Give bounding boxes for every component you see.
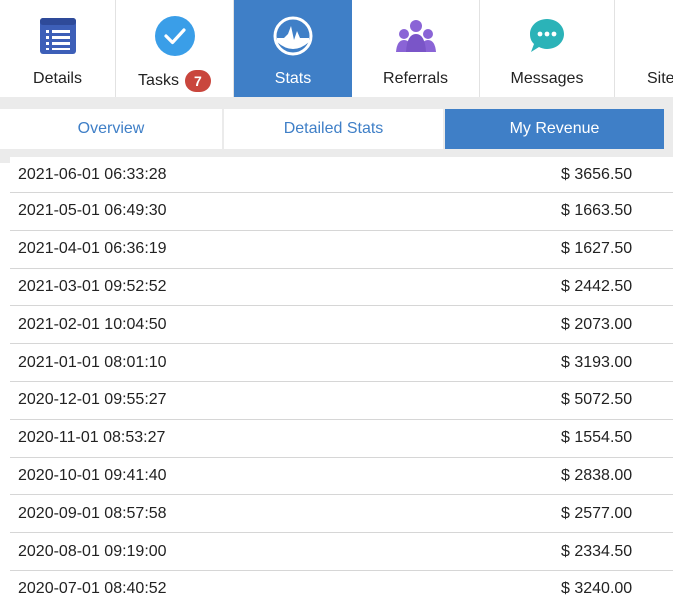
stats-wave-icon: [271, 14, 315, 58]
nav-item-referrals[interactable]: Referrals: [352, 0, 480, 97]
people-group-icon: [394, 14, 438, 58]
table-row: 2020-10-01 09:41:40 $ 2838.00: [10, 458, 673, 496]
tab-detailed-stats[interactable]: Detailed Stats: [224, 109, 443, 149]
row-date: 2021-02-01 10:04:50: [18, 315, 167, 333]
table-row: 2020-07-01 08:40:52 $ 3240.00: [10, 571, 673, 601]
table-row: 2021-03-01 09:52:52 $ 2442.50: [10, 269, 673, 307]
row-amount: $ 2334.50: [561, 542, 633, 560]
table-row: 2021-06-01 06:33:28 $ 3656.50: [10, 157, 673, 193]
revenue-table: 2021-06-01 06:33:28 $ 3656.50 2021-05-01…: [10, 157, 673, 601]
row-amount: $ 1627.50: [561, 240, 633, 258]
nav-item-tasks[interactable]: Tasks 7: [116, 0, 234, 97]
nav-item-label: Stats: [274, 70, 312, 87]
nav-item-sites[interactable]: Sites: [615, 0, 673, 97]
row-date: 2021-04-01 06:36:19: [18, 240, 167, 258]
table-row: 2020-12-01 09:55:27 $ 5072.50: [10, 382, 673, 420]
row-date: 2020-07-01 08:40:52: [18, 580, 167, 598]
row-date: 2020-12-01 09:55:27: [18, 391, 167, 409]
table-row: 2021-01-01 08:01:10 $ 3193.00: [10, 344, 673, 382]
tab-my-revenue[interactable]: My Revenue: [445, 109, 664, 149]
sites-icon: [653, 14, 673, 58]
table-row: 2020-08-01 09:19:00 $ 2334.50: [10, 533, 673, 571]
nav-item-details[interactable]: Details: [0, 0, 116, 97]
nav-item-label: Sites: [647, 70, 673, 87]
row-amount: $ 3193.00: [561, 353, 633, 371]
row-date: 2020-08-01 09:19:00: [18, 542, 167, 560]
row-date: 2021-03-01 09:52:52: [18, 277, 167, 295]
details-list-icon: [36, 14, 80, 58]
table-row: 2021-05-01 06:49:30 $ 1663.50: [10, 193, 673, 231]
table-row: 2021-02-01 10:04:50 $ 2073.00: [10, 306, 673, 345]
row-date: 2021-05-01 06:49:30: [18, 202, 167, 220]
chat-bubble-icon: [525, 14, 569, 58]
row-amount: $ 3240.00: [561, 580, 633, 598]
row-amount: $ 2073.00: [561, 315, 633, 333]
row-date: 2020-09-01 08:57:58: [18, 504, 167, 522]
row-date: 2020-11-01 08:53:27: [18, 429, 166, 447]
nav-item-label: Messages: [510, 70, 584, 87]
table-row: 2021-04-01 06:36:19 $ 1627.50: [10, 231, 673, 269]
tasks-count-badge: 7: [184, 70, 211, 92]
nav-item-label: Details: [33, 70, 82, 87]
row-date: 2021-01-01 08:01:10: [18, 353, 167, 371]
check-circle-icon: [153, 14, 197, 58]
top-nav: Details Tasks 7 Stats Referrals Messages…: [0, 0, 673, 97]
row-date: 2020-10-01 09:41:40: [18, 466, 167, 484]
nav-item-label: Referrals: [383, 70, 448, 87]
row-amount: $ 2442.50: [561, 277, 633, 295]
nav-item-label: Tasks: [138, 72, 179, 89]
table-row: 2020-11-01 08:53:27 $ 1554.50: [10, 420, 673, 458]
nav-item-messages[interactable]: Messages: [480, 0, 615, 97]
nav-item-stats[interactable]: Stats: [234, 0, 352, 97]
stats-subtabs: Overview Detailed Stats My Revenue: [0, 109, 664, 149]
row-amount: $ 2577.00: [561, 504, 633, 522]
row-date: 2021-06-01 06:33:28: [18, 165, 167, 183]
row-amount: $ 2838.00: [561, 466, 633, 484]
row-amount: $ 1554.50: [561, 429, 633, 447]
tab-overview[interactable]: Overview: [0, 109, 222, 149]
table-row: 2020-09-01 08:57:58 $ 2577.00: [10, 495, 673, 534]
row-amount: $ 1663.50: [561, 202, 633, 220]
row-amount: $ 3656.50: [561, 165, 633, 183]
row-amount: $ 5072.50: [561, 391, 633, 409]
